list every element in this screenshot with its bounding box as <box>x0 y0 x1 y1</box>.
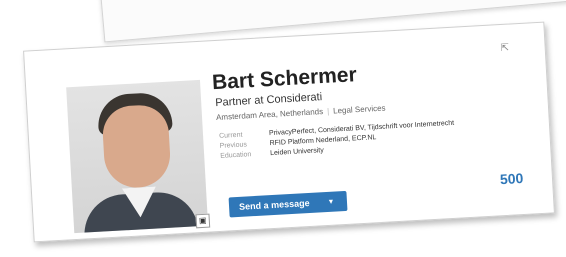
detail-label: Current <box>218 131 243 140</box>
chevron-down-icon[interactable]: ▼ <box>327 198 334 205</box>
connections-count: 500 <box>499 170 524 188</box>
camera-icon[interactable]: ▣ <box>195 213 211 229</box>
send-message-button[interactable]: Send a message ▼ <box>228 190 348 218</box>
profile-industry[interactable]: Legal Services <box>333 104 386 116</box>
send-message-label: Send a message <box>238 197 310 212</box>
detail-label: Education <box>220 151 252 160</box>
detail-label: Previous <box>219 141 248 150</box>
photo-face <box>101 103 172 190</box>
profile-photo[interactable] <box>66 79 209 234</box>
location-separator: | <box>326 106 330 116</box>
share-icon[interactable]: ⇱ <box>500 43 509 54</box>
profile-details: Current PrivacyPerfect, Considerati BV, … <box>219 120 456 163</box>
profile-card: ▣ ⇱ Bart Schermer Partner at Considerati… <box>23 21 555 243</box>
detail-value[interactable]: Leiden University <box>270 147 324 157</box>
scene: ▣ ⇱ Bart Schermer Partner at Considerati… <box>0 0 566 257</box>
profile-name: Bart Schermer <box>211 63 358 95</box>
profile-location[interactable]: Amsterdam Area, Netherlands <box>216 107 324 122</box>
